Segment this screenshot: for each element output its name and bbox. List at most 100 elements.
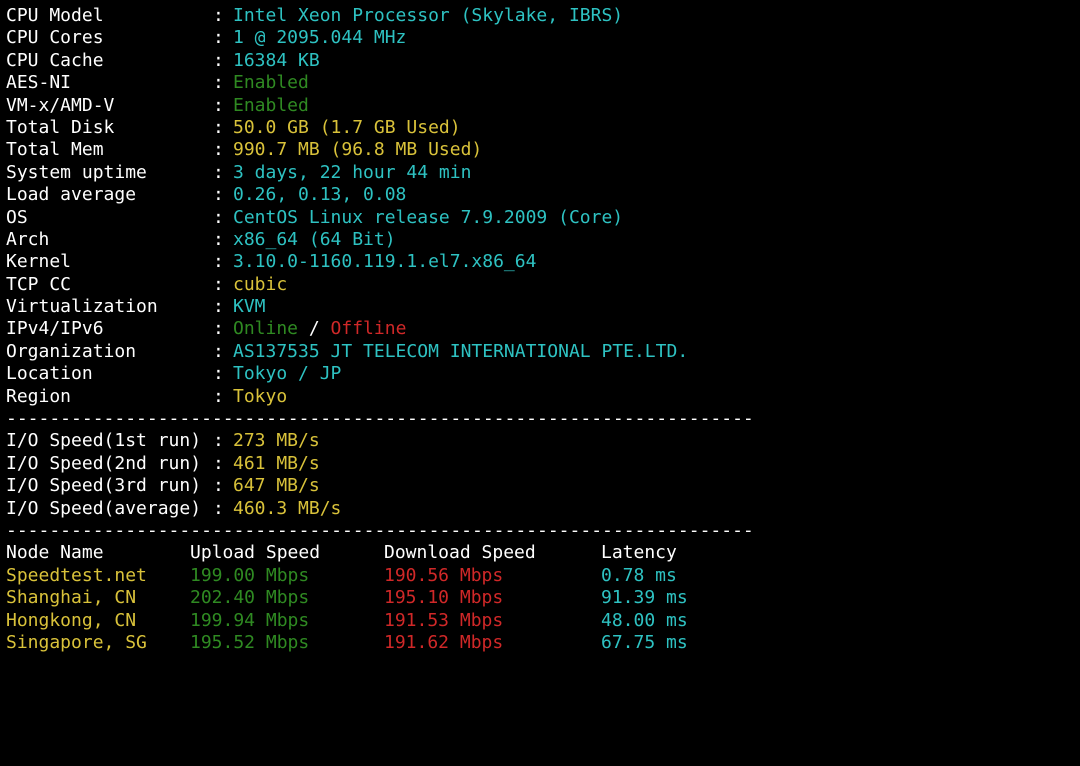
latency: 0.78 ms xyxy=(601,564,677,586)
info-value: 3 days, 22 hour 44 min xyxy=(233,161,472,183)
info-value: 50.0 GB (1.7 GB Used) xyxy=(233,116,461,138)
separator: : xyxy=(213,94,224,116)
info-label: CPU Cache xyxy=(6,49,104,71)
upload-speed: 199.94 Mbps xyxy=(190,609,310,631)
info-label: TCP CC xyxy=(6,273,72,295)
download-speed: 195.10 Mbps xyxy=(384,587,504,609)
separator: : xyxy=(213,161,224,183)
separator: : xyxy=(213,116,224,138)
separator: : xyxy=(213,184,224,206)
speedtest-header-row: Node Name Upload Speed Download Speed La… xyxy=(6,542,1076,564)
io-value: 273 MB/s xyxy=(233,430,320,452)
separator: : xyxy=(213,27,224,49)
info-row: VM-x/AMD-V: Enabled xyxy=(6,95,1076,117)
node-name: Hongkong, CN xyxy=(6,609,137,631)
separator: : xyxy=(213,318,224,340)
info-value: CentOS Linux release 7.9.2009 (Core) xyxy=(233,206,624,228)
speedtest-table: Node Name Upload Speed Download Speed La… xyxy=(6,542,1076,654)
info-row: Load average:0.26, 0.13, 0.08 xyxy=(6,184,1076,206)
info-value: 1 @ 2095.044 MHz xyxy=(233,27,407,49)
separator: : xyxy=(213,385,224,407)
separator: : xyxy=(213,139,224,161)
info-label: Load average xyxy=(6,184,137,206)
io-value: 460.3 MB/s xyxy=(233,497,342,519)
info-row: Organization: AS137535 JT TELECOM INTERNA… xyxy=(6,341,1076,363)
info-row: Virtualization: KVM xyxy=(6,296,1076,318)
separator: : xyxy=(213,5,224,26)
system-info-block: CPU Model: Intel Xeon Processor (Skylake,… xyxy=(6,5,1076,408)
info-value: Intel Xeon Processor (Skylake, IBRS) xyxy=(233,5,624,26)
terminal-output: CPU Model: Intel Xeon Processor (Skylake,… xyxy=(6,5,1076,654)
node-name-header: Node Name xyxy=(6,542,104,564)
info-value: x86_64 (64 Bit) xyxy=(233,228,396,250)
info-label: IPv4/IPv6 xyxy=(6,318,104,340)
ipv4-online-status: Online xyxy=(233,318,299,340)
io-row: I/O Speed(average):460.3 MB/s xyxy=(6,498,1076,520)
info-row: Total Disk:50.0 GB (1.7 GB Used) xyxy=(6,117,1076,139)
info-value: 3.10.0-1160.119.1.el7.x86_64 xyxy=(233,251,537,273)
io-value: 461 MB/s xyxy=(233,452,320,474)
download-speed: 191.62 Mbps xyxy=(384,631,504,653)
info-value: Enabled xyxy=(233,94,309,116)
info-label: Arch xyxy=(6,228,50,250)
info-label: Total Disk xyxy=(6,116,115,138)
separator: : xyxy=(213,497,224,519)
upload-speed: 202.40 Mbps xyxy=(190,587,310,609)
info-label: CPU Model xyxy=(6,5,104,26)
info-row: Arch: x86_64 (64 Bit) xyxy=(6,229,1076,251)
info-label: Region xyxy=(6,385,72,407)
upload-speed: 195.52 Mbps xyxy=(190,631,310,653)
separator: : xyxy=(213,228,224,250)
node-name: Singapore, SG xyxy=(6,631,147,653)
info-label: CPU Cores xyxy=(6,27,104,49)
separator: : xyxy=(213,273,224,295)
info-row: System uptime:3 days, 22 hour 44 min xyxy=(6,162,1076,184)
ipv-status: Online / Offline xyxy=(233,318,406,340)
io-row: I/O Speed(3rd run):647 MB/s xyxy=(6,475,1076,497)
info-label: OS xyxy=(6,206,28,228)
info-row: CPU Cores:1 @ 2095.044 MHz xyxy=(6,27,1076,49)
info-value: 16384 KB xyxy=(233,49,320,71)
info-label: System uptime xyxy=(6,161,147,183)
info-label: Kernel xyxy=(6,251,72,273)
ipv-row: IPv4/IPv6: Online / Offline xyxy=(6,318,1076,340)
info-row: AES-NI: Enabled xyxy=(6,72,1076,94)
info-value: Tokyo / JP xyxy=(233,363,342,385)
download-speed-header: Download Speed xyxy=(384,542,536,564)
io-row: I/O Speed(1st run):273 MB/s xyxy=(6,430,1076,452)
download-speed: 191.53 Mbps xyxy=(384,609,504,631)
info-label: Virtualization xyxy=(6,296,158,318)
info-row: Total Mem:990.7 MB (96.8 MB Used) xyxy=(6,139,1076,161)
ipv-slash: / xyxy=(298,318,331,340)
info-row: Location: Tokyo / JP xyxy=(6,363,1076,385)
table-row: Hongkong, CN 199.94 Mbps 191.53 Mbps 48.… xyxy=(6,610,1076,632)
io-label: I/O Speed(1st run) xyxy=(6,430,202,452)
separator: : xyxy=(213,49,224,71)
info-label: Total Mem xyxy=(6,139,104,161)
info-value: 0.26, 0.13, 0.08 xyxy=(233,184,407,206)
latency: 67.75 ms xyxy=(601,631,688,653)
info-row: TCP CC: cubic xyxy=(6,274,1076,296)
separator: : xyxy=(213,452,224,474)
separator: : xyxy=(213,363,224,385)
info-label: Location xyxy=(6,363,93,385)
separator: : xyxy=(213,340,224,362)
separator: : xyxy=(213,206,224,228)
separator: : xyxy=(213,430,224,452)
info-row: Kernel:3.10.0-1160.119.1.el7.x86_64 xyxy=(6,251,1076,273)
ipv6-offline-status: Offline xyxy=(330,318,407,340)
io-label: I/O Speed(3rd run) xyxy=(6,475,202,497)
separator: : xyxy=(213,296,224,318)
info-row: CPU Cache:16384 KB xyxy=(6,50,1076,72)
separator: : xyxy=(213,72,224,94)
download-speed: 190.56 Mbps xyxy=(384,564,504,586)
io-row: I/O Speed(2nd run):461 MB/s xyxy=(6,453,1076,475)
info-value: Enabled xyxy=(233,72,309,94)
info-value: cubic xyxy=(233,273,288,295)
io-speed-block: I/O Speed(1st run):273 MB/s I/O Speed(2n… xyxy=(6,430,1076,520)
divider-line: ----------------------------------------… xyxy=(6,519,754,541)
io-value: 647 MB/s xyxy=(233,475,320,497)
info-value: KVM xyxy=(233,296,266,318)
info-value: AS137535 JT TELECOM INTERNATIONAL PTE.LT… xyxy=(233,340,689,362)
divider-line: ----------------------------------------… xyxy=(6,408,754,430)
